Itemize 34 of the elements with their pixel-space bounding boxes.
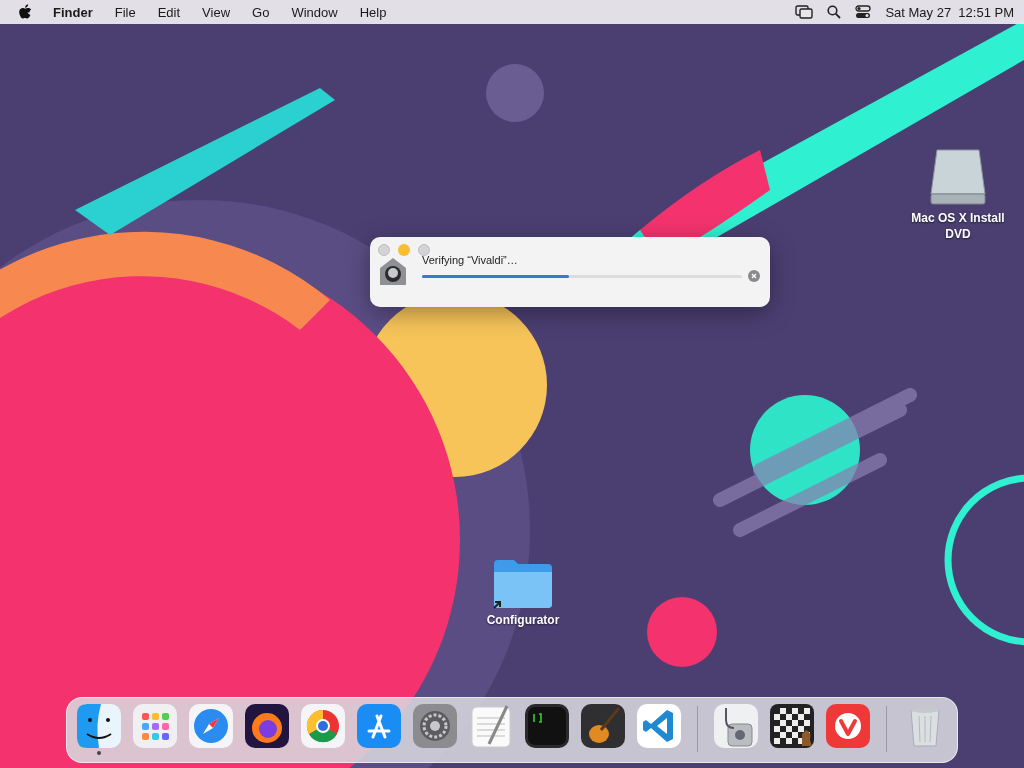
menu-item[interactable]: Go <box>241 2 281 22</box>
search-icon[interactable] <box>827 5 842 19</box>
folder-alias-icon[interactable] <box>492 558 554 610</box>
stop-icon <box>751 273 757 279</box>
menu-item[interactable]: Edit <box>146 2 192 22</box>
drive-icon[interactable] <box>929 148 987 208</box>
chrome-wheel-icon[interactable] <box>301 704 345 748</box>
apple-logo-icon[interactable] <box>18 4 32 20</box>
compass-icon[interactable] <box>189 704 233 748</box>
running-indicator <box>97 751 101 755</box>
menu-item[interactable]: View <box>191 2 242 22</box>
menu-item[interactable]: Window <box>280 2 349 22</box>
menu-item[interactable]: Help <box>348 2 398 22</box>
gear-icon[interactable] <box>413 704 457 748</box>
desktop-icon-label[interactable]: Mac OS X Install DVD <box>903 210 1013 242</box>
gatekeeper-icon <box>378 256 408 288</box>
chess-board-icon[interactable] <box>770 704 814 748</box>
fox-globe-icon[interactable] <box>245 704 289 748</box>
stop-button[interactable] <box>748 270 760 282</box>
notepad-pen-icon[interactable] <box>469 704 513 748</box>
app-store-icon[interactable] <box>357 704 401 748</box>
progress-message: Verifying “Vivaldi”… <box>422 254 519 266</box>
screen-mirroring-icon[interactable] <box>795 5 814 19</box>
code-editor-icon[interactable] <box>637 704 681 748</box>
terminal-icon[interactable] <box>525 704 569 748</box>
menu-bar-clock[interactable]: Sat May 27 12:51 PM <box>885 4 1014 20</box>
guitar-icon[interactable] <box>581 704 625 748</box>
app-menu[interactable]: Finder <box>42 2 104 22</box>
control-center-icon[interactable] <box>855 5 872 19</box>
app-grid-icon[interactable] <box>133 704 177 748</box>
vivaldi-v-icon[interactable] <box>826 704 870 748</box>
desktop-icon-label[interactable]: Configurator <box>468 612 578 628</box>
menu-item[interactable]: File <box>103 2 147 22</box>
finder-face-icon[interactable] <box>77 704 121 748</box>
